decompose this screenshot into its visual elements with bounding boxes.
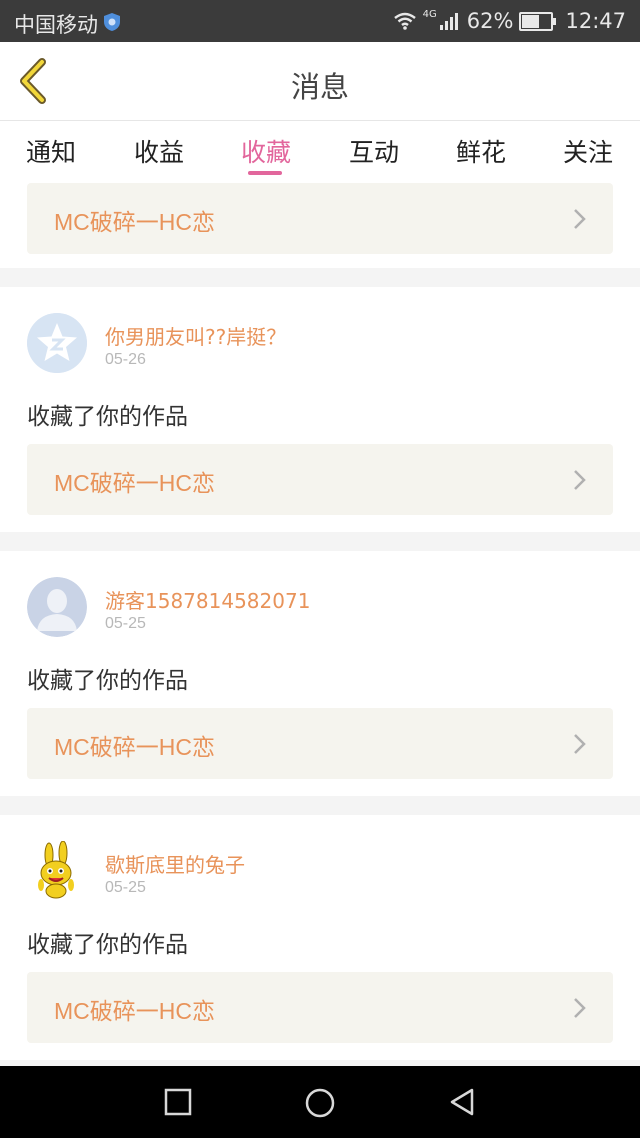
active-tab-indicator	[248, 171, 282, 175]
signal-icon	[439, 13, 458, 30]
avatar[interactable]	[27, 313, 87, 373]
user-name[interactable]: 你男朋友叫??岸挺？	[105, 321, 286, 350]
recent-apps-icon[interactable]	[164, 1088, 192, 1116]
wifi-icon	[393, 12, 416, 30]
work-link[interactable]: MC破碎一HC恋	[27, 708, 613, 779]
work-link[interactable]: MC破碎一HC恋	[27, 444, 613, 515]
message-action: 收藏了你的作品	[27, 404, 188, 430]
chevron-right-icon	[574, 998, 586, 1018]
tab-flowers[interactable]: 鲜花	[436, 133, 526, 169]
tab-favorites[interactable]: 收藏	[221, 133, 311, 169]
battery-icon	[519, 11, 557, 31]
carrier-label: 中国移动	[14, 13, 98, 37]
clock: 12:47	[565, 9, 626, 33]
shield-icon	[104, 13, 120, 31]
work-title: MC破碎一HC恋	[54, 734, 215, 760]
chevron-right-icon	[574, 470, 586, 490]
message-date: 05-25	[105, 615, 146, 632]
message-card: 歇斯底里的兔子 05-25 收藏了你的作品 MC破碎一HC恋	[0, 815, 640, 1060]
tab-notify[interactable]: 通知	[6, 133, 96, 169]
app-header: 消息	[0, 42, 640, 121]
bunny-icon	[38, 841, 74, 899]
message-action: 收藏了你的作品	[27, 668, 188, 694]
qzone-star-icon	[27, 313, 87, 373]
page-title: 消息	[290, 70, 349, 104]
message-card: MC破碎一HC恋	[0, 183, 640, 268]
tab-income[interactable]: 收益	[114, 133, 204, 169]
work-title: MC破碎一HC恋	[54, 209, 215, 235]
user-name[interactable]: 歇斯底里的兔子	[105, 849, 245, 878]
work-link[interactable]: MC破碎一HC恋	[27, 972, 613, 1043]
person-silhouette-icon	[27, 577, 87, 637]
message-action: 收藏了你的作品	[27, 932, 188, 958]
message-card: 你男朋友叫??岸挺？ 05-26 收藏了你的作品 MC破碎一HC恋	[0, 287, 640, 532]
tab-following[interactable]: 关注	[543, 133, 633, 169]
back-nav-icon[interactable]	[448, 1087, 476, 1117]
home-icon[interactable]	[304, 1087, 336, 1119]
message-date: 05-25	[105, 879, 146, 896]
battery-fill	[522, 14, 540, 28]
message-card: 游客1587814582071 05-25 收藏了你的作品 MC破碎一HC恋	[0, 551, 640, 796]
avatar[interactable]	[27, 841, 87, 901]
network-type: 4G	[422, 8, 437, 20]
tab-bar: 通知 收益 收藏 互动 鲜花 关注	[0, 121, 640, 183]
tab-interaction[interactable]: 互动	[329, 133, 419, 169]
chevron-right-icon	[574, 209, 586, 229]
user-name[interactable]: 游客1587814582071	[105, 585, 310, 614]
message-date: 05-26	[105, 351, 146, 368]
system-nav-bar	[0, 1066, 640, 1138]
status-bar: 中国移动 4G 62% 12:47	[0, 0, 640, 42]
chevron-right-icon	[574, 734, 586, 754]
work-title: MC破碎一HC恋	[54, 998, 215, 1024]
battery-percent: 62%	[466, 9, 514, 33]
avatar[interactable]	[27, 577, 87, 637]
work-title: MC破碎一HC恋	[54, 470, 215, 496]
work-link[interactable]: MC破碎一HC恋	[27, 183, 613, 254]
